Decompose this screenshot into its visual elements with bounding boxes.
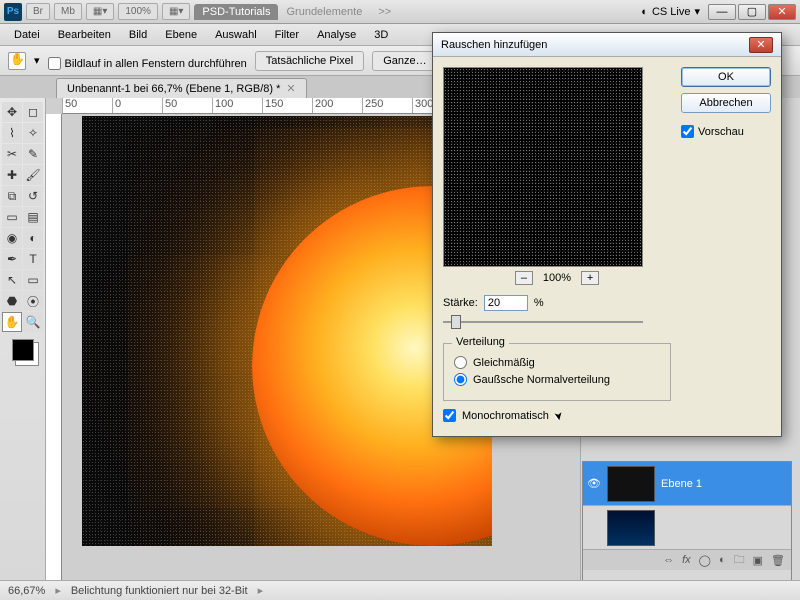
strength-slider[interactable]	[443, 313, 643, 331]
dodge-tool[interactable]: ◐	[23, 228, 43, 248]
cslive[interactable]: ◐ CS Live ▾	[641, 5, 700, 18]
heal-tool[interactable]: ✚	[2, 165, 22, 185]
eraser-tool[interactable]: ▭	[2, 207, 22, 227]
cancel-button[interactable]: Abbrechen	[681, 93, 771, 113]
fit-screen-button[interactable]: Ganze…	[372, 51, 437, 71]
link-tutorials[interactable]: PSD-Tutorials	[194, 4, 278, 20]
shape-tool[interactable]: ▭	[23, 270, 43, 290]
fx-icon[interactable]: fx	[682, 554, 691, 566]
layer-row-selected[interactable]: 👁 Ebene 1	[583, 462, 791, 506]
zoom-tool[interactable]: 🔍	[23, 312, 43, 332]
dialog-titlebar[interactable]: Rauschen hinzufügen ✕	[433, 33, 781, 57]
menu-auswahl[interactable]: Auswahl	[207, 27, 265, 43]
noise-preview[interactable]	[443, 67, 643, 267]
scroll-all-windows-checkbox[interactable]: Bildlauf in allen Fenstern durchführen	[48, 57, 247, 70]
document-tab[interactable]: Unbenannt-1 bei 66,7% (Ebene 1, RGB/8) *…	[56, 78, 307, 98]
group-legend: Verteilung	[452, 336, 509, 348]
menu-datei[interactable]: Datei	[6, 27, 48, 43]
marquee-tool[interactable]: ◻	[23, 102, 43, 122]
toolbox: ✥◻ ⌇✧ ✂✎ ✚🖌 ⧉↺ ▭▤ ◉◐ ✒T ↖▭ ⬣⦿ ✋🔍	[0, 98, 46, 580]
app-titlebar: Ps Br Mb ▦▾ 100% ▦▾ PSD-Tutorials Grunde…	[0, 0, 800, 24]
move-tool[interactable]: ✥	[2, 102, 22, 122]
status-zoom[interactable]: 66,67%	[8, 585, 45, 597]
visibility-icon[interactable]	[587, 521, 601, 535]
actual-pixels-button[interactable]: Tatsächliche Pixel	[255, 51, 364, 71]
layer-row[interactable]	[583, 506, 791, 550]
adjustment-icon[interactable]: ◐	[719, 554, 726, 566]
window-minimize[interactable]: —	[708, 4, 736, 20]
lasso-tool[interactable]: ⌇	[2, 123, 22, 143]
menu-analyse[interactable]: Analyse	[309, 27, 364, 43]
visibility-icon[interactable]: 👁	[587, 477, 601, 491]
link-grundelemente[interactable]: Grundelemente	[278, 4, 370, 20]
gradient-tool[interactable]: ▤	[23, 207, 43, 227]
trash-icon[interactable]: 🗑	[771, 554, 785, 567]
view-extras[interactable]: ▦▾	[162, 3, 190, 20]
brush-tool[interactable]: 🖌	[23, 165, 43, 185]
layer-thumbnail[interactable]	[607, 510, 655, 546]
blur-tool[interactable]: ◉	[2, 228, 22, 248]
layer-panel-footer: ⇔ fx ◯ ◐ 🗀 ▣ 🗑	[583, 550, 791, 570]
path-tool[interactable]: ↖	[2, 270, 22, 290]
menu-3d[interactable]: 3D	[366, 27, 396, 43]
close-icon[interactable]: ✕	[286, 82, 295, 95]
eyedropper-tool[interactable]: ✎	[23, 144, 43, 164]
document-tab-title: Unbenannt-1 bei 66,7% (Ebene 1, RGB/8) *	[67, 83, 280, 95]
menu-ebene[interactable]: Ebene	[157, 27, 205, 43]
wand-tool[interactable]: ✧	[23, 123, 43, 143]
new-layer-icon[interactable]: ▣	[753, 554, 763, 567]
link-more[interactable]: >>	[370, 4, 399, 20]
menu-filter[interactable]: Filter	[267, 27, 307, 43]
photoshop-icon: Ps	[4, 3, 22, 21]
link-layers-icon[interactable]: ⇔	[663, 554, 674, 566]
preview-zoom: 100%	[543, 272, 571, 284]
dialog-close-icon[interactable]: ✕	[749, 37, 773, 53]
zoom-level[interactable]: 100%	[118, 3, 158, 20]
monochromatic-checkbox[interactable]: Monochromatisch	[443, 409, 671, 422]
mask-icon[interactable]: ◯	[699, 554, 711, 567]
ok-button[interactable]: OK	[681, 67, 771, 87]
3d-tool[interactable]: ⬣	[2, 291, 22, 311]
zoom-out-button[interactable]: –	[515, 271, 533, 285]
layer-thumbnail[interactable]	[607, 466, 655, 502]
menu-bearbeiten[interactable]: Bearbeiten	[50, 27, 119, 43]
crop-tool[interactable]: ✂	[2, 144, 22, 164]
uniform-radio[interactable]: Gleichmäßig	[454, 356, 660, 369]
percent-label: %	[534, 297, 544, 309]
layers-panel: 👁 Ebene 1 ⇔ fx ◯ ◐ 🗀 ▣ 🗑	[582, 461, 792, 596]
minibridge-button[interactable]: Mb	[54, 3, 82, 20]
ruler-vertical	[46, 114, 62, 580]
hand-tool[interactable]: ✋	[2, 312, 22, 332]
window-close[interactable]: ✕	[768, 4, 796, 20]
color-swatches[interactable]	[12, 339, 34, 361]
type-tool[interactable]: T	[23, 249, 43, 269]
dialog-title: Rauschen hinzufügen	[441, 39, 547, 51]
gaussian-radio[interactable]: Gaußsche Normalverteilung	[454, 373, 660, 386]
screenmode-button[interactable]: ▦▾	[86, 3, 114, 20]
bridge-button[interactable]: Br	[26, 3, 50, 20]
hand-tool-icon[interactable]	[8, 52, 26, 70]
layer-name: Ebene 1	[661, 478, 702, 490]
distribution-group: Verteilung Gleichmäßig Gaußsche Normalve…	[443, 343, 671, 401]
canvas[interactable]	[82, 116, 492, 546]
preview-checkbox[interactable]: Vorschau	[681, 125, 771, 138]
status-bar: 66,67% ▸ Belichtung funktioniert nur bei…	[0, 580, 800, 600]
menu-bild[interactable]: Bild	[121, 27, 155, 43]
stamp-tool[interactable]: ⧉	[2, 186, 22, 206]
add-noise-dialog: Rauschen hinzufügen ✕ – 100% + Stärke: %…	[432, 32, 782, 437]
zoom-in-button[interactable]: +	[581, 271, 599, 285]
status-hint: Belichtung funktioniert nur bei 32-Bit	[71, 585, 248, 597]
strength-input[interactable]	[484, 295, 528, 311]
3d-camera-tool[interactable]: ⦿	[23, 291, 43, 311]
window-maximize[interactable]: ▢	[738, 4, 766, 20]
history-brush-tool[interactable]: ↺	[23, 186, 43, 206]
folder-icon[interactable]: 🗀	[734, 551, 745, 570]
pen-tool[interactable]: ✒	[2, 249, 22, 269]
strength-label: Stärke:	[443, 297, 478, 309]
